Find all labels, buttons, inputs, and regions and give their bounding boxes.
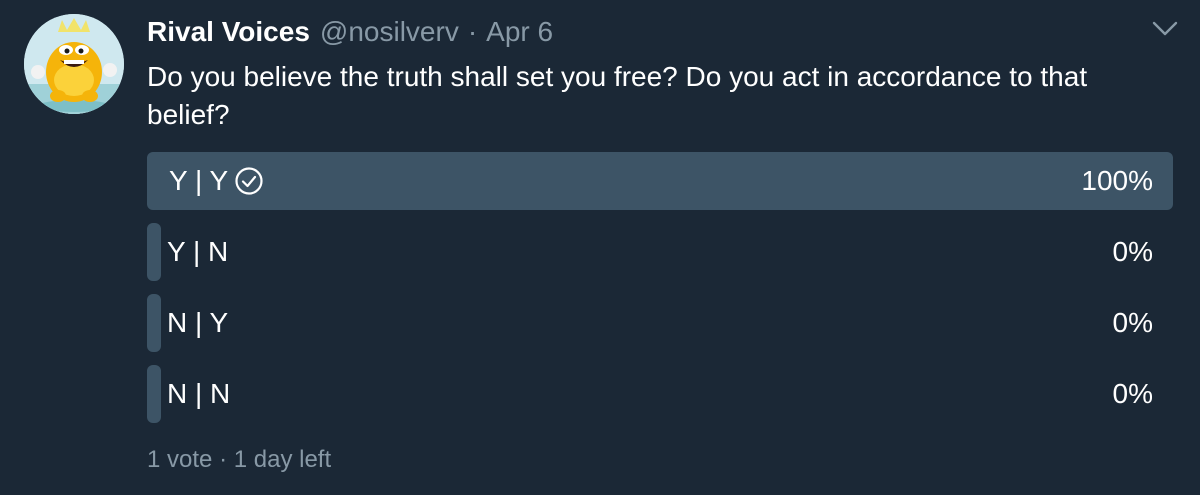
- chevron-down-icon[interactable]: [1152, 20, 1178, 38]
- poll-option[interactable]: Y | N 0%: [147, 223, 1173, 281]
- poll-option-label: Y | Y: [169, 165, 229, 196]
- avatar-image: [24, 14, 124, 114]
- poll-option[interactable]: N | Y 0%: [147, 294, 1173, 352]
- poll-result-bar: [147, 365, 161, 423]
- avatar[interactable]: [24, 14, 124, 114]
- poll-option-percent: 0%: [1112, 236, 1153, 267]
- check-circle-icon: [235, 167, 263, 195]
- tweet-text: Do you believe the truth shall set you f…: [147, 61, 1088, 130]
- poll-option[interactable]: Y | Y 100%: [147, 152, 1173, 210]
- poll-option-label: Y | N: [167, 236, 229, 267]
- tweet-header: Rival Voices @nosilverv · Apr 6: [147, 10, 1177, 54]
- poll-footer: 1 vote · 1 day left: [147, 446, 331, 474]
- header-separator: ·: [467, 16, 478, 47]
- poll-result-bar: [147, 223, 161, 281]
- tweet[interactable]: Rival Voices @nosilverv · Apr 6 Do you b…: [0, 0, 1200, 495]
- poll-vote-count: 1 vote: [147, 446, 213, 473]
- display-name[interactable]: Rival Voices: [147, 16, 310, 48]
- footer-separator: ·: [219, 446, 228, 473]
- poll-option-percent: 0%: [1112, 378, 1153, 409]
- poll-option-percent: 0%: [1112, 307, 1153, 338]
- poll: Y | Y 100% Y | N 0% N | Y 0% N | N 0%: [147, 152, 1173, 436]
- user-handle[interactable]: @nosilverv: [320, 16, 459, 48]
- poll-result-bar: [147, 294, 161, 352]
- poll-option[interactable]: N | N 0%: [147, 365, 1173, 423]
- poll-result-bar: [147, 152, 1173, 210]
- poll-option-percent: 100%: [1081, 165, 1153, 196]
- tweet-timestamp[interactable]: Apr 6: [486, 16, 553, 48]
- poll-option-label: N | Y: [167, 307, 229, 338]
- tweet-content: Rival Voices @nosilverv · Apr 6 Do you b…: [147, 10, 1177, 134]
- poll-option-label: N | N: [167, 378, 231, 409]
- poll-time-left: 1 day left: [233, 446, 332, 473]
